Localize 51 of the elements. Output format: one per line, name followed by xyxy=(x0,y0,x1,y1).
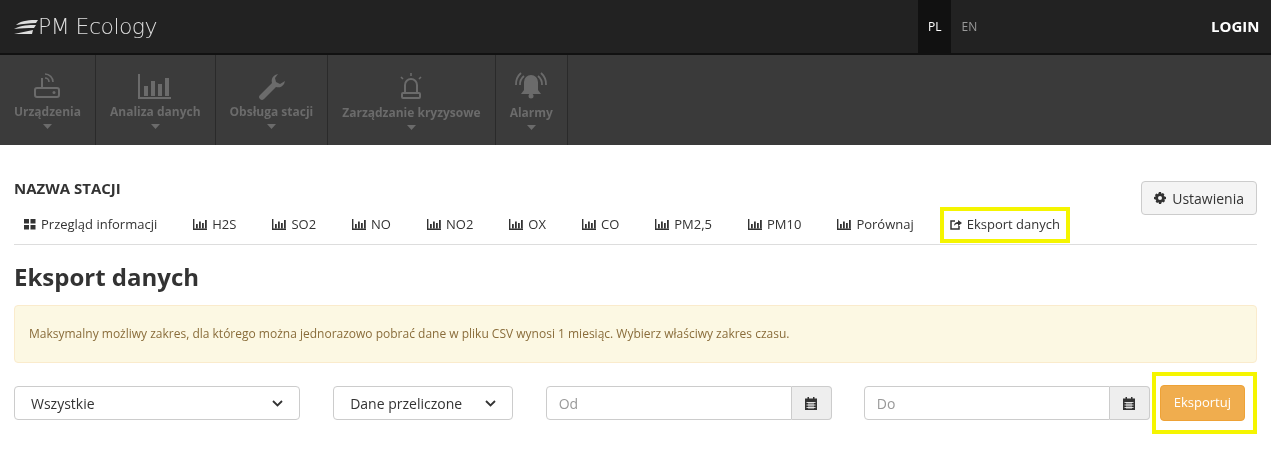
wrench-icon xyxy=(256,71,287,100)
tab[interactable]: OX xyxy=(499,206,556,243)
calendar-icon xyxy=(1123,396,1136,410)
caret-icon xyxy=(150,123,160,129)
tab[interactable]: SO2 xyxy=(262,206,327,243)
bar-chart-icon xyxy=(748,219,762,230)
tab[interactable]: CO xyxy=(571,206,630,243)
bar-chart-icon xyxy=(581,219,596,230)
caret-icon xyxy=(266,123,276,129)
share-icon xyxy=(949,219,962,230)
bar-chart-icon xyxy=(272,219,287,230)
language-button[interactable]: PL xyxy=(918,0,952,53)
bar-chart-icon xyxy=(655,219,670,230)
language-button[interactable]: EN xyxy=(951,0,988,53)
tab[interactable]: Przegląd informacji xyxy=(14,206,168,243)
sensor-select[interactable]: Wszystkie xyxy=(14,386,301,420)
calendar-icon xyxy=(805,396,818,410)
info-alert: Maksymalny możliwy zakres, dla którego można jednorazowo pobrać dane w pliku CSV wynosi 1 miesiąc. Wybierz właściwy zakres czasu. xyxy=(14,305,1257,363)
data-type-select[interactable]: Dane przeliczone xyxy=(333,386,513,420)
bar-chart-icon xyxy=(352,219,367,230)
caret-icon xyxy=(526,124,536,130)
bar-chart-icon xyxy=(837,219,852,230)
calendar-button[interactable] xyxy=(791,386,832,420)
calendar-button[interactable] xyxy=(1109,386,1150,420)
caret-icon xyxy=(43,123,52,129)
bar-chart-icon xyxy=(137,71,174,100)
settings-icon xyxy=(1154,192,1167,204)
tab[interactable]: NO2 xyxy=(417,206,484,243)
router-icon xyxy=(32,71,63,100)
station-name: NAZWA STACJI xyxy=(14,177,121,200)
to-date-field[interactable]: Do xyxy=(863,386,1110,420)
caret-icon xyxy=(406,124,416,130)
brand-name[interactable]: PM Ecology xyxy=(38,10,157,43)
page-title: Eksport danych xyxy=(14,259,201,295)
from-date-field[interactable]: Od xyxy=(545,386,792,420)
tab[interactable]: H2S xyxy=(183,206,247,243)
grid-icon xyxy=(24,219,36,230)
tab[interactable]: Porównaj xyxy=(827,206,924,243)
login-link[interactable]: LOGIN xyxy=(1211,15,1271,38)
bar-chart-icon xyxy=(427,219,441,230)
tab[interactable]: PM10 xyxy=(738,206,812,243)
bar-chart-icon xyxy=(509,219,524,230)
logo-icon xyxy=(14,19,38,34)
bell-icon xyxy=(514,70,549,101)
tab[interactable]: NO xyxy=(342,206,401,243)
tab[interactable]: Eksport danych xyxy=(939,206,1070,243)
tab[interactable]: PM2,5 xyxy=(645,206,722,243)
settings-button[interactable]: Ustawienia xyxy=(1141,181,1257,215)
chevron-down-icon xyxy=(272,399,284,407)
bar-chart-icon xyxy=(193,219,208,230)
chevron-down-icon xyxy=(484,399,496,407)
